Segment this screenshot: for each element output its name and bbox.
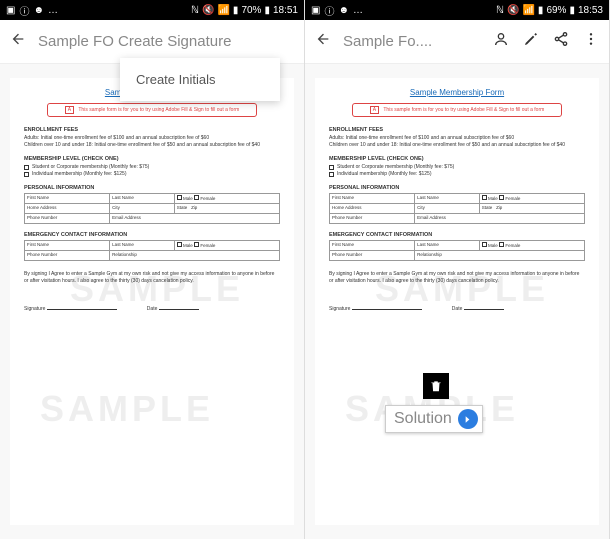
emergency-header: EMERGENCY CONTACT INFORMATION <box>329 232 585 238</box>
enrollment-header: ENROLLMENT FEES <box>329 127 585 133</box>
nfc-icon: ℕ <box>191 5 199 16</box>
watermark: SAMPLE <box>40 388 214 430</box>
smile-icon: ☻ <box>33 5 44 16</box>
level-option-1[interactable]: Student or Corporate membership (Monthly… <box>329 164 585 170</box>
battery-icon: ▮ <box>569 5 575 16</box>
overflow-icon[interactable] <box>583 31 599 52</box>
document: SAMPLE SAMPLE Sample Membership Form A T… <box>10 78 294 525</box>
emergency-header: EMERGENCY CONTACT INFORMATION <box>24 232 280 238</box>
clock: 18:51 <box>273 5 298 16</box>
level-option-2[interactable]: Individual membership (Monthly fee: $125… <box>24 171 280 177</box>
level-header: MEMBERSHIP LEVEL (CHECK ONE) <box>329 156 585 162</box>
mute-icon: 🔇 <box>507 5 519 16</box>
hint-badge: A <box>65 106 74 114</box>
signal-icon: ▮ <box>538 5 544 16</box>
profile-icon[interactable] <box>493 31 509 52</box>
emergency-table: First NameLast Name Male Female Phone Nu… <box>24 240 280 261</box>
back-icon[interactable] <box>10 31 26 52</box>
pen-icon[interactable] <box>523 31 539 52</box>
personal-table: First NameLast Name Male Female Home Add… <box>329 193 585 224</box>
info-icon: ⓘ <box>19 3 29 18</box>
enrollment-header: ENROLLMENT FEES <box>24 127 280 133</box>
status-bar: ▣ ⓘ ☻ … ℕ 🔇 📶 ▮ 70% ▮ 18:51 <box>0 0 304 20</box>
agreement-text: By signing I Agree to enter a Sample Gym… <box>24 271 280 284</box>
doc-title: Sample Membership Form <box>329 88 585 97</box>
hint-text: This sample form is for you to try using… <box>78 107 239 113</box>
checkbox-icon[interactable] <box>24 165 29 170</box>
create-initials-item[interactable]: Create Initials <box>136 72 264 87</box>
mute-icon: 🔇 <box>202 5 214 16</box>
signal-icon: ▮ <box>233 5 239 16</box>
level-option-2[interactable]: Individual membership (Monthly fee: $125… <box>329 171 585 177</box>
arrow-right-icon[interactable] <box>458 409 478 429</box>
app-title: Sample Fo.... <box>343 33 481 50</box>
wifi-icon: 📶 <box>522 5 534 16</box>
doc-hint: A This sample form is for you to try usi… <box>47 103 257 117</box>
more-icon: … <box>353 5 363 16</box>
delete-button[interactable] <box>423 373 449 399</box>
nfc-icon: ℕ <box>496 5 504 16</box>
checkbox-icon[interactable] <box>24 172 29 177</box>
hint-badge: A <box>370 106 379 114</box>
checkbox-icon[interactable] <box>329 172 334 177</box>
gallery-icon: ▣ <box>6 5 15 16</box>
share-icon[interactable] <box>553 31 569 52</box>
back-icon[interactable] <box>315 31 331 52</box>
info-icon: ⓘ <box>324 3 334 18</box>
emergency-table: First NameLast Name Male Female Phone Nu… <box>329 240 585 261</box>
phone-left: ▣ ⓘ ☻ … ℕ 🔇 📶 ▮ 70% ▮ 18:51 Sample FO Cr… <box>0 0 305 539</box>
app-title: Sample FO Create Signature <box>38 33 294 50</box>
personal-table: First NameLast Name Male Female Home Add… <box>24 193 280 224</box>
clock: 18:53 <box>578 5 603 16</box>
checkbox-icon[interactable] <box>329 165 334 170</box>
personal-header: PERSONAL INFORMATION <box>24 185 280 191</box>
level-header: MEMBERSHIP LEVEL (CHECK ONE) <box>24 156 280 162</box>
trash-icon <box>429 379 443 393</box>
enrollment-body: Adults: Initial one-time enrollment fee … <box>24 135 280 148</box>
document-viewport[interactable]: SAMPLE SAMPLE Sample Membership Form A T… <box>0 64 304 539</box>
enrollment-body: Adults: Initial one-time enrollment fee … <box>329 135 585 148</box>
solution-label: Solution <box>394 410 452 428</box>
document: SAMPLE SAMPLE Sample Membership Form A T… <box>315 78 599 525</box>
wifi-icon: 📶 <box>217 5 229 16</box>
agreement-text: By signing I Agree to enter a Sample Gym… <box>329 271 585 284</box>
document-viewport[interactable]: SAMPLE SAMPLE Sample Membership Form A T… <box>305 64 609 539</box>
signature-row: Signature Date <box>329 306 585 312</box>
solution-annotation[interactable]: Solution <box>385 405 483 433</box>
personal-header: PERSONAL INFORMATION <box>329 185 585 191</box>
smile-icon: ☻ <box>338 5 349 16</box>
battery-text: 70% <box>241 5 261 16</box>
doc-hint: A This sample form is for you to try usi… <box>352 103 562 117</box>
app-bar: Sample Fo.... <box>305 20 609 64</box>
signature-row: Signature Date <box>24 306 280 312</box>
phone-right: ▣ ⓘ ☻ … ℕ 🔇 📶 ▮ 69% ▮ 18:53 Sample Fo...… <box>305 0 610 539</box>
hint-text: This sample form is for you to try using… <box>383 107 544 113</box>
battery-icon: ▮ <box>264 5 270 16</box>
more-icon: … <box>48 5 58 16</box>
status-bar: ▣ ⓘ ☻ … ℕ 🔇 📶 ▮ 69% ▮ 18:53 <box>305 0 609 20</box>
gallery-icon: ▣ <box>311 5 320 16</box>
battery-text: 69% <box>546 5 566 16</box>
level-option-1[interactable]: Student or Corporate membership (Monthly… <box>24 164 280 170</box>
dropdown-menu: Create Initials <box>120 58 280 101</box>
